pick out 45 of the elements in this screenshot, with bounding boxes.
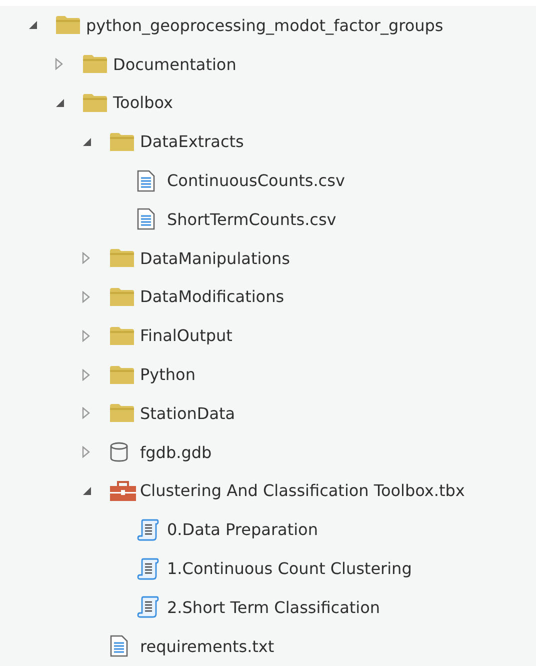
folder-icon — [110, 132, 134, 151]
expand-icon[interactable] — [82, 330, 90, 342]
expand-icon[interactable] — [82, 252, 90, 264]
folder-icon — [110, 404, 134, 422]
tree-item[interactable]: StationData — [140, 404, 236, 423]
tree-item[interactable]: ShortTermCounts.csv — [167, 210, 336, 229]
script-icon — [137, 518, 159, 541]
folder-icon — [83, 55, 107, 74]
collapse-icon[interactable] — [28, 20, 38, 30]
toolbox-icon — [110, 480, 136, 501]
tree-item[interactable]: requirements.txt — [140, 636, 274, 656]
folder-icon — [110, 366, 134, 384]
script-icon — [137, 558, 159, 580]
tree-item[interactable]: DataModifications — [140, 287, 284, 306]
expand-icon[interactable] — [55, 58, 63, 70]
tree-item[interactable]: Clustering And Classification Toolbox.tbx — [140, 481, 465, 500]
script-icon — [137, 596, 159, 618]
collapse-icon[interactable] — [82, 136, 92, 147]
expand-icon[interactable] — [82, 290, 90, 303]
tree-item[interactable]: FinalOutput — [140, 326, 232, 346]
folder-icon — [110, 288, 134, 306]
tree-item[interactable]: DataManipulations — [140, 248, 290, 268]
tree-item[interactable]: 1.Continuous Count Clustering — [167, 559, 412, 578]
tree-item[interactable]: Documentation — [113, 54, 236, 74]
folder-icon — [110, 249, 134, 268]
tree-item[interactable]: Toolbox — [113, 93, 173, 112]
expand-icon[interactable] — [82, 368, 90, 381]
tree-item[interactable]: DataExtracts — [140, 132, 244, 152]
folder-icon — [56, 16, 80, 34]
tree-item[interactable]: Python — [140, 365, 196, 384]
tree-item[interactable]: 2.Short Term Classification — [167, 598, 380, 617]
database-icon — [110, 442, 128, 462]
collapse-icon[interactable] — [82, 486, 92, 496]
collapse-icon[interactable] — [55, 98, 65, 108]
document-icon — [137, 208, 155, 230]
expand-icon[interactable] — [82, 446, 90, 458]
expand-icon[interactable] — [82, 407, 90, 420]
tree-item[interactable]: python_geoprocessing_modot_factor_groups — [86, 16, 444, 35]
folder-icon — [83, 94, 107, 112]
tree-item[interactable]: fgdb.gdb — [140, 442, 212, 462]
document-icon — [137, 170, 155, 192]
document-icon — [110, 635, 128, 658]
tree-item[interactable]: ContinuousCounts.csv — [167, 171, 345, 190]
folder-icon — [110, 326, 134, 345]
tree-item[interactable]: 0.Data Preparation — [167, 520, 318, 540]
